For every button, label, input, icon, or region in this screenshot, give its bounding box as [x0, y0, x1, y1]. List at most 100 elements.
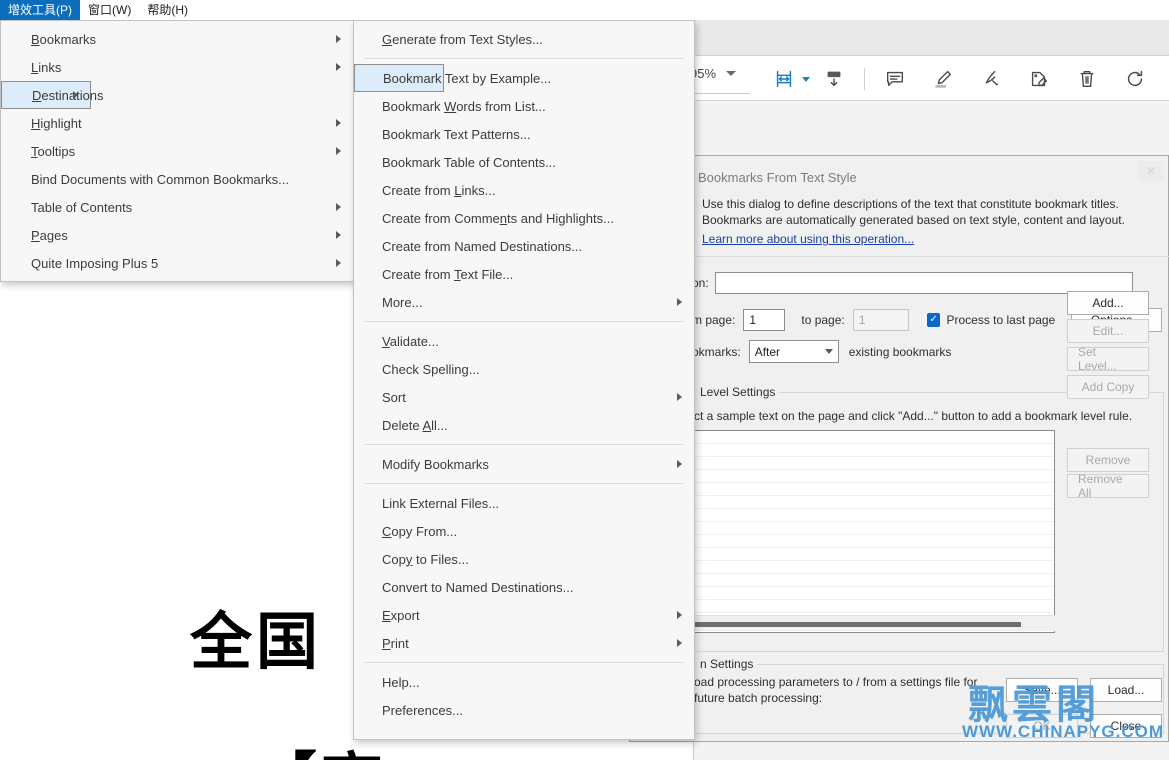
list-item[interactable]	[691, 483, 1054, 496]
from-page-input[interactable]	[743, 309, 786, 331]
chevron-right-icon	[677, 393, 682, 401]
stamp-edit-icon[interactable]	[1015, 62, 1063, 96]
menu-item-label: Quite Imposing Plus 5	[31, 255, 159, 271]
submenu-item-more[interactable]: More...	[354, 288, 694, 316]
list-item[interactable]	[691, 600, 1054, 613]
list-item[interactable]	[691, 431, 1054, 444]
submenu-item-create-from-named-destinations[interactable]: Create from Named Destinations...	[354, 232, 694, 260]
remove-button[interactable]: Remove	[1067, 448, 1149, 472]
submenu-item-generate-from-text-styles[interactable]: Generate from Text Styles...	[354, 25, 694, 53]
submenu-item-sort[interactable]: Sort	[354, 383, 694, 411]
submenu-item-create-from-comments-and-highlights[interactable]: Create from Comments and Highlights...	[354, 204, 694, 232]
submenu-item-convert-to-named-destinations[interactable]: Convert to Named Destinations...	[354, 573, 694, 601]
add-rule-button[interactable]: Add...	[1067, 291, 1149, 315]
menu-item-label: Bookmark Text Patterns...	[382, 126, 531, 142]
submenu-item-link-external-files[interactable]: Link External Files...	[354, 489, 694, 517]
add-bookmarks-value: After	[754, 344, 781, 359]
menu-divider	[364, 662, 684, 663]
menu-item-table-of-contents[interactable]: Table of Contents	[1, 193, 353, 221]
menu-item-highlight[interactable]: Highlight	[1, 109, 353, 137]
submenu-item-bookmark-words-from-list[interactable]: Bookmark Words from List...	[354, 92, 694, 120]
submenu-item-bookmark-table-of-contents[interactable]: Bookmark Table of Contents...	[354, 148, 694, 176]
submenu-item-validate[interactable]: Validate...	[354, 327, 694, 355]
edit-rule-button[interactable]: Edit...	[1067, 319, 1149, 343]
chevron-right-icon	[73, 91, 78, 99]
list-item[interactable]	[691, 535, 1054, 548]
submenu-item-help[interactable]: Help...	[354, 668, 694, 696]
menu-item-label: Sort	[382, 389, 406, 405]
submenu-item-copy-to-files[interactable]: Copy to Files...	[354, 545, 694, 573]
submenu-item-preferences[interactable]: Preferences...	[354, 696, 694, 724]
submenu-item-check-spelling[interactable]: Check Spelling...	[354, 355, 694, 383]
list-item[interactable]	[691, 561, 1054, 574]
toolbar-icon-group	[760, 62, 1159, 96]
bookmarks-submenu: Generate from Text Styles... Bookmark Te…	[353, 20, 695, 740]
level-settings-title: Level Settings	[696, 385, 780, 399]
load-button[interactable]: Load...	[1090, 678, 1162, 702]
rotate-icon[interactable]	[1111, 62, 1159, 96]
menubar-item-help[interactable]: 帮助(H)	[139, 0, 196, 20]
menu-item-label: Convert to Named Destinations...	[382, 579, 574, 595]
submenu-item-print[interactable]: Print	[354, 629, 694, 657]
menu-item-destinations[interactable]: Destinations	[1, 81, 104, 109]
chevron-right-icon	[336, 147, 341, 155]
list-item[interactable]	[691, 509, 1054, 522]
chevron-right-icon	[336, 203, 341, 211]
comment-icon[interactable]	[871, 62, 919, 96]
from-page-label: m page:	[692, 313, 736, 327]
menu-divider	[364, 321, 684, 322]
menubar-item-plugins[interactable]: 增效工具(P)	[0, 0, 80, 20]
close-icon[interactable]: ✕	[1138, 161, 1164, 181]
submenu-item-modify-bookmarks[interactable]: Modify Bookmarks	[354, 450, 694, 478]
submenu-item-create-from-links[interactable]: Create from Links...	[354, 176, 694, 204]
list-item[interactable]	[691, 587, 1054, 600]
add-bookmarks-label: okmarks:	[692, 344, 741, 359]
set-level-button[interactable]: Set Level...	[1067, 345, 1149, 373]
menu-bar: 增效工具(P) 窗口(W) 帮助(H)	[0, 0, 1169, 20]
list-item[interactable]	[691, 444, 1054, 457]
highlight-icon[interactable]	[919, 62, 967, 96]
menu-item-bind-documents[interactable]: Bind Documents with Common Bookmarks...	[1, 165, 353, 193]
chevron-down-icon[interactable]	[726, 71, 737, 76]
list-item[interactable]	[691, 522, 1054, 535]
menu-item-label: Create from Named Destinations...	[382, 238, 583, 254]
remove-all-button[interactable]: Remove All	[1067, 472, 1149, 500]
menu-divider	[364, 444, 684, 445]
list-item[interactable]	[691, 457, 1054, 470]
submenu-item-bookmark-text-patterns[interactable]: Bookmark Text Patterns...	[354, 120, 694, 148]
bookmark-level-rules-list[interactable]	[690, 430, 1055, 633]
list-item[interactable]	[691, 496, 1054, 509]
zoom-control[interactable]: 95%	[690, 66, 737, 81]
to-page-label: to page:	[801, 313, 845, 327]
learn-more-link[interactable]: Learn more about using this operation...	[702, 232, 914, 246]
menu-item-bookmarks[interactable]: Bookmarks	[1, 25, 353, 53]
submenu-item-copy-from[interactable]: Copy From...	[354, 517, 694, 545]
add-bookmarks-select[interactable]: After	[748, 340, 839, 363]
list-item[interactable]	[691, 574, 1054, 587]
signature-icon[interactable]	[967, 62, 1015, 96]
submenu-item-delete-all[interactable]: Delete All...	[354, 411, 694, 439]
to-page-input[interactable]	[852, 309, 909, 331]
add-copy-button[interactable]: Add Copy	[1067, 375, 1149, 399]
menu-item-links[interactable]: Links	[1, 53, 353, 81]
chevron-right-icon	[336, 35, 341, 43]
page-scroll-icon[interactable]	[810, 62, 858, 96]
submenu-item-bookmark-text-by-example[interactable]: Bookmark Text by Example...	[354, 64, 551, 92]
trash-icon[interactable]	[1063, 62, 1111, 96]
submenu-item-create-from-text-file[interactable]: Create from Text File...	[354, 260, 694, 288]
menubar-item-window[interactable]: 窗口(W)	[80, 0, 139, 20]
chevron-down-icon[interactable]	[802, 76, 810, 82]
menu-item-pages[interactable]: Pages	[1, 221, 353, 249]
process-last-page-checkbox[interactable]: ✓	[926, 313, 941, 327]
settings-group-title: n Settings	[696, 657, 758, 671]
scrollbar-thumb[interactable]	[691, 622, 1021, 627]
submenu-item-export[interactable]: Export	[354, 601, 694, 629]
list-item[interactable]	[691, 470, 1054, 483]
list-horizontal-scrollbar[interactable]	[690, 615, 1055, 631]
chevron-right-icon	[677, 460, 682, 468]
menu-item-tooltips[interactable]: Tooltips	[1, 137, 353, 165]
fit-width-icon[interactable]	[760, 62, 808, 96]
menu-item-quite-imposing[interactable]: Quite Imposing Plus 5	[1, 249, 353, 277]
menu-item-label: More...	[382, 294, 423, 310]
list-item[interactable]	[691, 548, 1054, 561]
